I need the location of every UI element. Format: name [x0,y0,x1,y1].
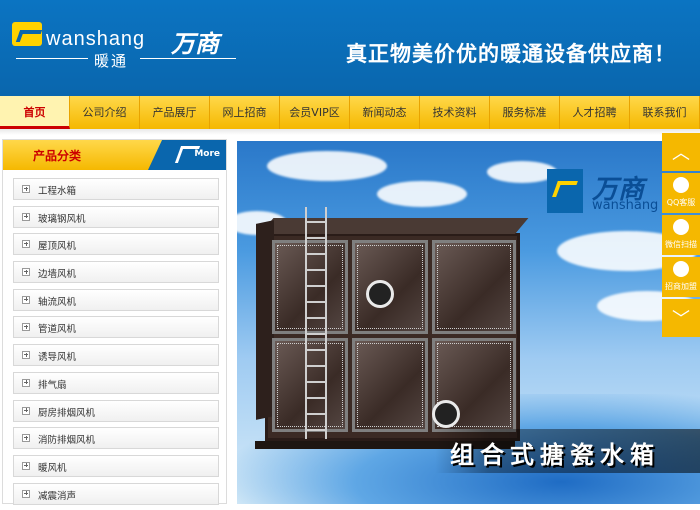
expand-icon[interactable] [22,461,30,470]
banner-caption: 组合式搪瓷水箱 [450,440,660,469]
scroll-up-button[interactable]: ︿ [662,133,700,171]
logo-subtitle: 暖通 [94,52,129,70]
category-item[interactable]: 厨房排烟风机 [13,399,219,422]
tank-ladder [305,207,327,439]
water-tank-image [256,218,529,441]
logo-divider-right [140,58,236,59]
category-item[interactable]: 减震消声 [13,482,219,505]
category-label[interactable]: 玻璃钢风机 [38,211,86,225]
chat-icon [673,261,689,277]
tank-port [432,400,460,428]
nav-item-vip[interactable]: 会员VIP区 [280,96,350,129]
category-label[interactable]: 工程水箱 [38,183,76,197]
banner-cloud [267,151,387,181]
tank-panel [352,338,428,432]
logo-icon[interactable] [12,22,42,46]
category-label[interactable]: 暖风机 [38,460,67,474]
category-label[interactable]: 减震消声 [38,488,76,502]
expand-icon[interactable] [22,185,30,193]
banner-cloud [377,181,467,207]
logo-divider-left [16,58,88,59]
expand-icon[interactable] [22,295,30,304]
sidebar-header: 产品分类 More [3,140,226,170]
nav-item-contact[interactable]: 联系我们 [630,96,700,129]
nav-item-about[interactable]: 公司介绍 [70,96,140,129]
franchise-button[interactable]: 招商加盟 [662,257,700,297]
expand-icon[interactable] [22,323,30,332]
nav-item-jobs[interactable]: 人才招聘 [560,96,630,129]
wechat-icon [673,219,689,235]
nav-item-news[interactable]: 新闻动态 [350,96,420,129]
chevron-up-icon: ︿ [672,143,690,164]
category-label[interactable]: 诱导风机 [38,349,76,363]
category-label[interactable]: 管道风机 [38,321,76,335]
floating-service-bar: ︿ QQ客服 微信扫描 招商加盟 ﹀ [662,133,700,337]
franchise-label: 招商加盟 [665,282,697,291]
header-slogan: 真正物美价优的暖通设备供应商！ [346,42,676,66]
category-item[interactable]: 排气扇 [13,371,219,394]
expand-icon[interactable] [22,212,30,221]
expand-icon[interactable] [22,406,30,415]
category-item[interactable]: 管道风机 [13,316,219,339]
product-category-sidebar: 产品分类 More 工程水箱 玻璃钢风机 屋顶风机 边墙风机 轴流风机 管道风机… [2,139,227,505]
category-label[interactable]: 边墙风机 [38,266,76,280]
category-item[interactable]: 诱导风机 [13,344,219,367]
expand-icon[interactable] [22,489,30,498]
sidebar-title: 产品分类 [33,149,82,163]
category-label[interactable]: 排气扇 [38,377,67,391]
category-item[interactable]: 边墙风机 [13,261,219,284]
hero-banner[interactable]: 万商 wanshang 组合式搪瓷水箱 [237,141,700,504]
chevron-down-icon: ﹀ [672,309,690,330]
expand-icon[interactable] [22,240,30,249]
banner-logo-en: wanshang [592,198,659,213]
category-label[interactable]: 轴流风机 [38,294,76,308]
expand-icon[interactable] [22,434,30,443]
category-item[interactable]: 暖风机 [13,454,219,477]
category-label[interactable]: 消防排烟风机 [38,432,95,446]
category-item[interactable]: 工程水箱 [13,178,219,200]
main-nav: 首页 公司介绍 产品展厅 网上招商 会员VIP区 新闻动态 技术资料 服务标准 … [0,96,700,129]
qq-service-label: QQ客服 [666,198,696,207]
scroll-down-button[interactable]: ﹀ [662,299,700,337]
nav-item-tech[interactable]: 技术资料 [420,96,490,129]
site-header: wanshang 万商 暖通 真正物美价优的暖通设备供应商！ [0,0,700,96]
wechat-scan-button[interactable]: 微信扫描 [662,215,700,255]
expand-icon[interactable] [22,351,30,360]
nav-item-franchise[interactable]: 网上招商 [210,96,280,129]
expand-icon[interactable] [22,378,30,387]
wechat-scan-label: 微信扫描 [665,240,697,249]
nav-item-home[interactable]: 首页 [0,96,70,129]
tank-top [260,218,529,234]
category-item[interactable]: 轴流风机 [13,288,219,311]
more-button[interactable]: More [148,140,226,170]
qq-icon [673,177,689,193]
nav-item-products[interactable]: 产品展厅 [140,96,210,129]
category-list: 工程水箱 玻璃钢风机 屋顶风机 边墙风机 轴流风机 管道风机 诱导风机 排气扇 … [13,178,219,510]
category-item[interactable]: 消防排烟风机 [13,427,219,450]
category-label[interactable]: 屋顶风机 [38,238,76,252]
expand-icon[interactable] [22,268,30,277]
nav-shadow [0,129,700,135]
more-label[interactable]: More [194,149,220,159]
banner-logo-icon [547,169,583,213]
category-item[interactable]: 玻璃钢风机 [13,205,219,228]
logo-text-cn[interactable]: 万商 [171,24,219,59]
nav-item-service[interactable]: 服务标准 [490,96,560,129]
tank-port [366,280,394,308]
logo-text-en[interactable]: wanshang [46,28,145,51]
category-label[interactable]: 厨房排烟风机 [38,405,95,419]
tank-panel [432,240,516,334]
qq-service-button[interactable]: QQ客服 [662,173,700,213]
category-item[interactable]: 屋顶风机 [13,233,219,256]
